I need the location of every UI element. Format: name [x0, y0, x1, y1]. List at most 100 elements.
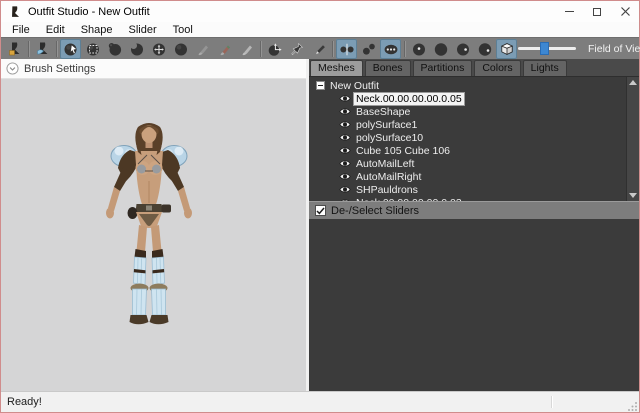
color-brush-icon: [217, 41, 233, 57]
menu-item[interactable]: Tool: [165, 23, 201, 37]
mask-brush[interactable]: [82, 39, 103, 59]
mesh-tree-item[interactable]: Cube 105 Cube 106: [309, 144, 639, 157]
toolbar-separator: [28, 41, 29, 57]
tab[interactable]: Meshes: [310, 60, 363, 76]
mesh-name: BaseShape: [354, 106, 412, 118]
sphere-dot-center-icon: [411, 41, 427, 57]
status-text: Ready!: [7, 396, 42, 408]
directional-light-2-toggle[interactable]: [474, 39, 495, 59]
maximize-button[interactable]: [583, 1, 611, 22]
deselect-sliders-label: De-/Select Sliders: [331, 205, 419, 217]
perspective-toggle[interactable]: [496, 39, 517, 59]
visibility-eye-icon[interactable]: [339, 94, 351, 103]
directional-light-0-toggle[interactable]: [430, 39, 451, 59]
visibility-eye-icon[interactable]: [339, 120, 351, 129]
deflate-brush[interactable]: [126, 39, 147, 59]
close-icon: [621, 7, 630, 16]
tree-items: Neck.00.00.00.00.0.05 BaseShape polySurf…: [309, 92, 639, 201]
three-dots-sphere-icon: [383, 41, 399, 57]
tree-scrollbar[interactable]: [626, 77, 639, 201]
load-project-button[interactable]: [4, 39, 25, 59]
x-mirror-toggle[interactable]: [336, 39, 357, 59]
scroll-down-icon[interactable]: [629, 193, 637, 198]
color-brush[interactable]: [214, 39, 235, 59]
scroll-up-icon[interactable]: [629, 80, 637, 85]
sliders-list-area[interactable]: [309, 219, 639, 391]
sphere-dot-left-icon: [455, 41, 471, 57]
menu-item[interactable]: File: [4, 23, 38, 37]
status-bar: Ready!: [1, 391, 639, 412]
transform-tool[interactable]: [264, 39, 285, 59]
tree-root-row[interactable]: New Outfit: [309, 79, 639, 92]
boot-gold-icon: [7, 41, 23, 57]
menu-item[interactable]: Edit: [38, 23, 73, 37]
menu-bar: FileEditShapeSliderTool: [1, 22, 639, 37]
sphere-bump-icon: [107, 41, 123, 57]
directional-light-1-toggle[interactable]: [452, 39, 473, 59]
tab[interactable]: Bones: [365, 60, 411, 76]
alpha-brush[interactable]: [236, 39, 257, 59]
minimize-button[interactable]: [555, 1, 583, 22]
sphere-arrows-icon: [151, 41, 167, 57]
tab[interactable]: Colors: [474, 60, 520, 76]
mesh-name: AutoMailRight: [354, 171, 423, 183]
mesh-name: Cube 105 Cube 106: [354, 145, 452, 157]
visibility-eye-icon[interactable]: [339, 159, 351, 168]
mesh-tree-item[interactable]: Neck.00.00.00.00.0.03: [309, 196, 639, 201]
visibility-eye-icon[interactable]: [339, 198, 351, 201]
boot-blue-icon: [35, 41, 51, 57]
brush-collision-toggle[interactable]: [380, 39, 401, 59]
connected-only-toggle[interactable]: [358, 39, 379, 59]
toolbar-separator: [260, 41, 261, 57]
brush-settings-pane-header[interactable]: Brush Settings: [1, 59, 306, 79]
statusbar-divider: [551, 396, 552, 408]
mesh-tree-item[interactable]: AutoMailRight: [309, 170, 639, 183]
mesh-name: polySurface10: [354, 132, 425, 144]
3d-viewport[interactable]: [1, 79, 306, 391]
deselect-sliders-checkbox[interactable]: [315, 205, 326, 216]
visibility-eye-icon[interactable]: [339, 107, 351, 116]
edge-tool[interactable]: [308, 39, 329, 59]
move-brush[interactable]: [148, 39, 169, 59]
visibility-eye-icon[interactable]: [339, 146, 351, 155]
mesh-name: SHPauldrons: [354, 184, 420, 196]
frontal-light-toggle[interactable]: [408, 39, 429, 59]
tab[interactable]: Lights: [523, 60, 567, 76]
meshes-tree[interactable]: New Outfit Neck.00.00.00.00.0.05 BaseSha…: [309, 76, 639, 201]
white-brush-icon: [239, 41, 255, 57]
mesh-name: AutoMailLeft: [354, 158, 416, 170]
smooth-brush[interactable]: [170, 39, 191, 59]
sphere-plain-icon: [433, 41, 449, 57]
sphere-cursor-icon: [63, 41, 79, 57]
field-of-view-label: Field of View: 65: [588, 43, 640, 55]
weight-brush[interactable]: [192, 39, 213, 59]
menu-item[interactable]: Slider: [121, 23, 165, 37]
visibility-eye-icon[interactable]: [339, 133, 351, 142]
field-of-view-slider[interactable]: [518, 47, 576, 50]
resize-grip[interactable]: [628, 401, 638, 411]
close-button[interactable]: [611, 1, 639, 22]
mesh-tree-item[interactable]: polySurface10: [309, 131, 639, 144]
vertex-edit-tool[interactable]: [286, 39, 307, 59]
tab[interactable]: Partitions: [413, 60, 473, 76]
field-of-view-slider-thumb[interactable]: [540, 42, 549, 55]
brush-icon: [195, 41, 211, 57]
mesh-tree-item[interactable]: AutoMailLeft: [309, 157, 639, 170]
pen-icon: [311, 41, 327, 57]
visibility-eye-icon[interactable]: [339, 185, 351, 194]
visibility-eye-icon[interactable]: [339, 172, 351, 181]
mesh-tree-item[interactable]: SHPauldrons: [309, 183, 639, 196]
collapse-box-icon[interactable]: [316, 81, 325, 90]
sphere-crescent-icon: [129, 41, 145, 57]
mesh-tree-item[interactable]: polySurface1: [309, 118, 639, 131]
mesh-tree-item[interactable]: BaseShape: [309, 105, 639, 118]
load-reference-button[interactable]: [32, 39, 53, 59]
inflate-brush[interactable]: [104, 39, 125, 59]
menu-item[interactable]: Shape: [73, 23, 121, 37]
right-panel: MeshesBonesPartitionsColorsLights New Ou…: [309, 59, 639, 391]
minimize-icon: [565, 11, 574, 12]
toolbar-separator: [404, 41, 405, 57]
character-model[interactable]: [89, 119, 209, 334]
mesh-tree-item[interactable]: Neck.00.00.00.00.0.05: [309, 92, 639, 105]
select-tool[interactable]: [60, 39, 81, 59]
